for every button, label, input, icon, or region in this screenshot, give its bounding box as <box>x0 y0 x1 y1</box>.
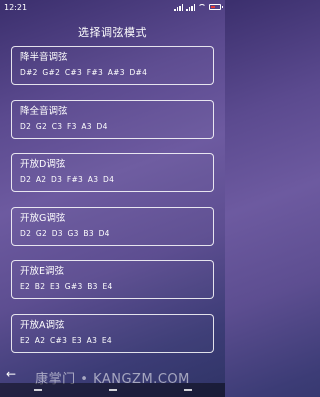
tuning-name: 降全音调弦 <box>20 105 68 117</box>
tuning-notes: D2 G2 C3 F3 A3 D4 <box>20 121 108 131</box>
signal-icon-2 <box>186 3 195 11</box>
nav-menu-icon[interactable] <box>33 389 42 391</box>
nav-home-icon[interactable] <box>108 389 117 391</box>
tuning-notes: D#2 G#2 C#3 F#3 A#3 D#4 <box>20 68 148 77</box>
tuning-card-whole-step-down[interactable]: 降全音调弦 D2 G2 C3 F3 A3 D4 <box>11 99 214 139</box>
tuning-card-open-e[interactable]: 开放E调弦 E2 B2 E3 G#3 B3 E4 <box>11 260 214 299</box>
tuning-card-half-step-down[interactable]: 降半音调弦 D#2 G#2 C#3 F#3 A#3 D#4 <box>11 46 214 85</box>
tuning-name: 开放G调弦 <box>20 212 66 224</box>
tuning-card-open-a[interactable]: 开放A调弦 E2 A2 C#3 E3 A3 E4 <box>11 313 214 353</box>
tuning-name: 开放A调弦 <box>20 319 65 331</box>
status-time: 12:21 <box>4 2 28 12</box>
wifi-icon <box>198 4 206 10</box>
tuning-card-open-d[interactable]: 开放D调弦 D2 A2 D3 F#3 A3 D4 <box>11 153 214 192</box>
status-icons <box>174 3 223 11</box>
nav-back-icon[interactable] <box>183 389 192 391</box>
signal-icon <box>174 3 183 11</box>
navigation-bar <box>0 383 225 397</box>
tuning-list: 降半音调弦 D#2 G#2 C#3 F#3 A#3 D#4 降全音调弦 D2 G… <box>11 46 214 367</box>
tuning-name: 降半音调弦 <box>20 52 68 63</box>
battery-icon <box>209 4 223 10</box>
tuning-name: 开放D调弦 <box>20 159 66 170</box>
tuning-name: 开放E调弦 <box>20 266 65 277</box>
tuning-card-open-g[interactable]: 开放G调弦 D2 G2 D3 G3 B3 D4 <box>11 206 214 246</box>
tuning-notes: D2 A2 D3 F#3 A3 D4 <box>20 175 115 184</box>
back-arrow-icon[interactable]: ← <box>6 367 16 381</box>
tuning-notes: E2 B2 E3 G#3 B3 E4 <box>20 282 113 291</box>
tuning-notes: E2 A2 C#3 E3 A3 E4 <box>20 335 112 345</box>
tuning-notes: D2 G2 D3 G3 B3 D4 <box>20 228 110 238</box>
status-bar: 12:21 <box>0 0 225 14</box>
page-title: 选择调弦模式 <box>78 26 147 39</box>
